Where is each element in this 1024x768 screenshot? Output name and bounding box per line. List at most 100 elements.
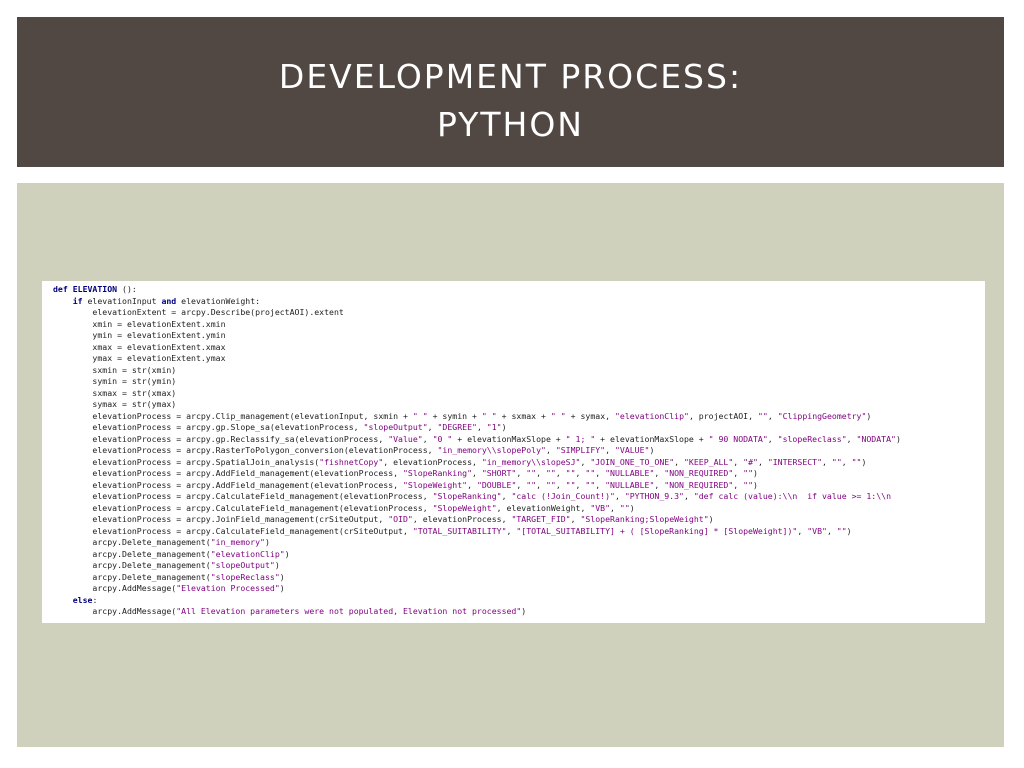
code-text: , — [733, 456, 744, 467]
code-text: sxmax = str(xmax) — [53, 387, 177, 398]
code-text: , — [767, 433, 778, 444]
code-string: "NULLABLE" — [605, 468, 655, 478]
code-string: "" — [585, 479, 596, 490]
code-text: elevationProcess = arcpy.CalculateField_… — [53, 502, 433, 513]
code-text: , — [536, 479, 546, 490]
code-string: "VALUE" — [614, 445, 650, 455]
code-string: "JOIN_ONE_TO_ONE" — [590, 456, 675, 467]
code-line: elevationProcess = arcpy.CalculateField_… — [53, 526, 901, 538]
code-text: : — [92, 594, 98, 605]
code-string: "0 " — [432, 433, 453, 444]
code-string: "" — [619, 502, 630, 513]
code-string: "TARGET_FID" — [511, 514, 571, 524]
code-string: "NON_REQUIRED" — [664, 479, 734, 490]
code-text: elevationProcess = arcpy.JoinField_manag… — [53, 514, 389, 524]
code-string: "SlopeWeight" — [432, 502, 497, 513]
code-listing: def ELEVATION (): if elevationInput and … — [53, 284, 901, 618]
code-text: ) — [753, 479, 758, 490]
code-text: symin = str(ymin) — [53, 376, 177, 386]
code-string: "DOUBLE" — [476, 479, 517, 490]
code-text: + symin + — [427, 410, 482, 421]
code-string: "calc (!Join_Count!)" — [511, 491, 615, 501]
code-string: "NON_REQUIRED" — [664, 468, 734, 478]
code-string: "TOTAL_SUITABILITY" — [412, 525, 507, 536]
code-string: "" — [743, 479, 753, 490]
code-text: , — [476, 422, 487, 432]
code-string: "" — [565, 479, 576, 490]
code-text: , — [654, 468, 665, 478]
code-string: " " — [550, 410, 566, 421]
code-string: "" — [757, 410, 768, 421]
code-text: elevationProcess = arcpy.Clip_management… — [53, 410, 413, 421]
code-text: (): — [117, 284, 137, 294]
code-line: xmax = elevationExtent.xmax — [53, 342, 901, 354]
code-text: symax = str(ymax) — [53, 399, 177, 409]
code-string: "DEGREE" — [437, 422, 477, 432]
code-text: elevationProcess = arcpy.AddField_manage… — [53, 479, 403, 490]
code-text: arcpy.Delete_management( — [53, 548, 211, 559]
code-line: else: — [53, 595, 901, 607]
code-text: , — [846, 433, 857, 444]
code-string: "" — [565, 468, 576, 478]
code-string: "Value" — [388, 433, 423, 444]
code-text: , — [683, 491, 694, 501]
code-string: "slopeOutput" — [363, 422, 428, 432]
code-text: , — [822, 456, 832, 467]
code-keyword: def — [53, 284, 73, 294]
code-text: ) — [264, 537, 270, 547]
slide-title-line-1: DEVELOPMENT PROCESS: — [278, 57, 743, 96]
code-line: elevationProcess = arcpy.Clip_management… — [53, 411, 901, 423]
code-text: elevationProcess = arcpy.gp.Slope_sa(ele… — [53, 422, 364, 432]
code-string: "slopeReclass" — [777, 433, 847, 444]
code-text: elevationProcess = arcpy.CalculateField_… — [53, 491, 433, 501]
code-text: elevationWeight: — [176, 295, 261, 306]
code-string: "fishnetCopy" — [319, 456, 384, 467]
code-string: "SlopeRanking" — [402, 468, 472, 478]
code-string: "PYTHON_9.3" — [624, 491, 684, 501]
code-string: "in_memory\\slopeSJ" — [481, 456, 581, 467]
code-line: if elevationInput and elevationWeight: — [53, 296, 901, 308]
code-string: "All Elevation parameters were not popul… — [176, 606, 522, 616]
code-string: " 90 NODATA" — [708, 433, 768, 444]
code-text: , — [570, 514, 581, 524]
title-banner: DEVELOPMENT PROCESS: PYTHON — [17, 17, 1004, 167]
code-string: "in_memory\\slopePoly" — [437, 445, 546, 455]
code-text: , — [605, 445, 615, 455]
code-text: , — [767, 410, 778, 421]
code-keyword: ELEVATION — [72, 284, 118, 294]
code-text: ) — [649, 445, 655, 455]
code-text: elevationProcess = arcpy.SpatialJoin_ana… — [53, 456, 320, 467]
code-line: arcpy.Delete_management("slopeOutput") — [53, 560, 901, 572]
code-text: , — [506, 525, 517, 536]
code-text: ) — [861, 456, 867, 467]
code-text: sxmin = str(xmin) — [53, 364, 177, 375]
code-text: ymax = elevationExtent.ymax — [53, 353, 226, 363]
code-text: , — [516, 479, 527, 490]
code-text: ) — [284, 548, 290, 559]
code-text: , — [516, 468, 527, 478]
code-line: arcpy.Delete_management("slopeReclass") — [53, 572, 901, 584]
code-screenshot: def ELEVATION (): if elevationInput and … — [42, 281, 985, 623]
code-text: , — [536, 468, 546, 478]
code-line: arcpy.AddMessage("Elevation Processed") — [53, 583, 901, 595]
code-text: elevationExtent = arcpy.Describe(project… — [53, 307, 344, 317]
code-text: , — [555, 479, 566, 490]
code-string: "NULLABLE" — [605, 479, 655, 490]
code-string: "def calc (value):\\n if value >= 1:\\n — [693, 491, 891, 501]
code-string: "Elevation Processed" — [176, 583, 280, 593]
code-string: "elevationClip" — [615, 410, 689, 421]
code-text: , — [733, 468, 744, 478]
code-line: elevationProcess = arcpy.JoinField_manag… — [53, 514, 901, 526]
code-string: "" — [545, 468, 556, 478]
code-text: , — [797, 525, 808, 536]
code-text: , — [422, 433, 433, 444]
code-line: sxmin = str(xmin) — [53, 365, 901, 377]
code-string: "#" — [743, 456, 758, 467]
code-string: "ClippingGeometry" — [777, 410, 867, 421]
code-line: elevationProcess = arcpy.AddField_manage… — [53, 468, 901, 480]
code-string: "VB" — [590, 502, 611, 513]
code-text: + symax, — [565, 410, 615, 421]
code-line: symax = str(ymax) — [53, 399, 901, 411]
code-text: ) — [274, 560, 280, 570]
